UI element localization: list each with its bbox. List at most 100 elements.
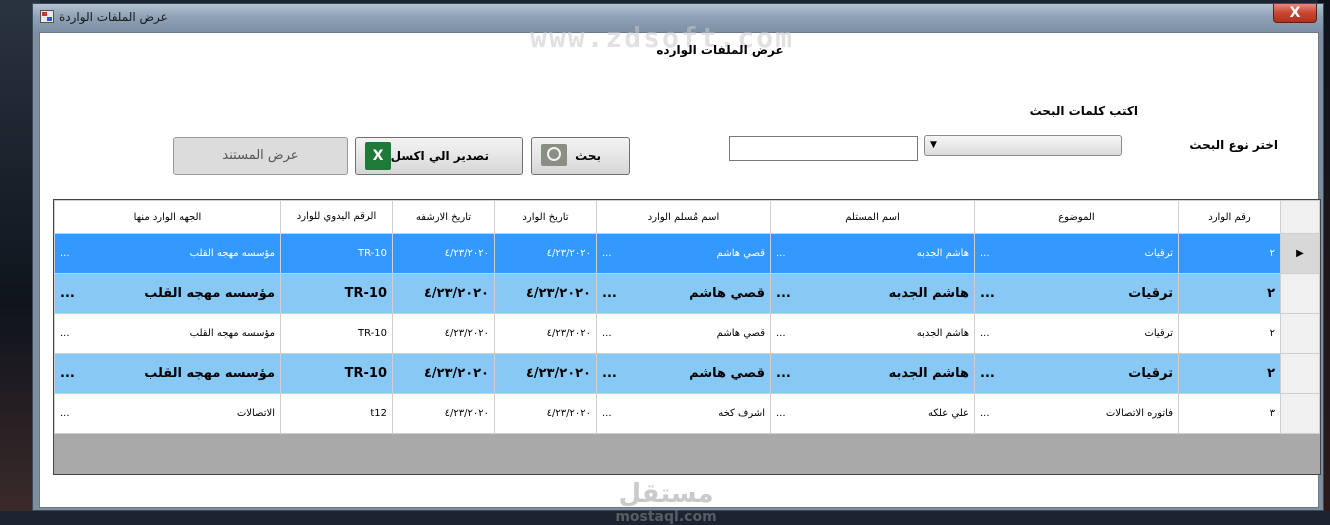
grid-cell[interactable]: مؤسسه مهجه القلب... bbox=[54, 313, 281, 354]
cell-ellipsis: ... bbox=[776, 286, 791, 301]
cell-ellipsis: ... bbox=[980, 328, 990, 339]
cell-value: قصي هاشم bbox=[716, 248, 765, 259]
grid-cell[interactable]: قصي هاشم... bbox=[596, 313, 771, 354]
grid-cell[interactable]: ٤/٢٣/٢٠٢٠ bbox=[392, 313, 495, 354]
row-selector[interactable] bbox=[1280, 313, 1320, 354]
search-button-label: بحث bbox=[575, 149, 601, 163]
grid-cell[interactable]: مؤسسه مهجه القلب... bbox=[54, 233, 281, 274]
grid-cell[interactable]: t12 bbox=[280, 393, 393, 434]
grid-cell[interactable]: ترقيات... bbox=[974, 353, 1179, 394]
grid-cell[interactable]: ٢ bbox=[1178, 353, 1281, 394]
dropdown-arrow-icon[interactable]: ▼ bbox=[930, 140, 937, 150]
grid-cell[interactable]: الاتصالات... bbox=[54, 393, 281, 434]
table-row[interactable]: ٢ ترقيات... هاشم الجدبه... قصي هاشم... ٤/٢٣/… bbox=[54, 353, 1320, 394]
cell-ellipsis: ... bbox=[602, 248, 612, 259]
window-title: عرض الملفات الواردة bbox=[59, 10, 168, 24]
cell-value: TR-10 bbox=[358, 328, 387, 339]
grid-cell[interactable]: ٤/٢٣/٢٠٢٠ bbox=[392, 393, 495, 434]
col-header-incoming-date[interactable]: تاريخ الوارد bbox=[494, 200, 597, 234]
grid-cell[interactable]: TR-10 bbox=[280, 313, 393, 354]
col-header-deliverer[interactable]: اسم مُسلم الوارد bbox=[596, 200, 771, 234]
col-header-recipient[interactable]: اسم المستلم bbox=[770, 200, 975, 234]
grid-cell[interactable]: ترقيات... bbox=[974, 273, 1179, 314]
cell-value: اشرف كخه bbox=[718, 408, 765, 419]
col-header-manual-number[interactable]: الرقم اليدوي للوارد bbox=[280, 200, 393, 234]
watermark-latin: mostaql.com bbox=[615, 509, 717, 525]
col-header-archive-date[interactable]: تاريخ الارشفه bbox=[392, 200, 495, 234]
cell-ellipsis: ... bbox=[980, 366, 995, 381]
table-row[interactable]: ▶ ٢ ترقيات... هاشم الجدبه... قصي هاشم... ٤/٢٣… bbox=[54, 233, 1320, 274]
cell-value: ٤/٢٣/٢٠٢٠ bbox=[546, 408, 591, 419]
cell-value: ٤/٢٣/٢٠٢٠ bbox=[525, 286, 591, 301]
export-button-label: تصدير الي اكسل bbox=[390, 149, 489, 163]
grid-cell[interactable]: قصي هاشم... bbox=[596, 353, 771, 394]
col-header-incoming-number[interactable]: رقم الوارد bbox=[1178, 200, 1281, 234]
table-row[interactable]: ٣ فاتوره الاتصالات... علي علكه... اشرف كخه.… bbox=[54, 393, 1320, 434]
cell-ellipsis: ... bbox=[980, 286, 995, 301]
watermark-mostaql: مستقل mostaql.com bbox=[596, 479, 736, 525]
grid-header-row: رقم الوارد الموضوع اسم المستلم اسم مُسلم… bbox=[54, 200, 1320, 234]
cell-value: فاتوره الاتصالات bbox=[1105, 408, 1173, 419]
grid-cell[interactable]: ٤/٢٣/٢٠٢٠ bbox=[494, 393, 597, 434]
grid-cell[interactable]: ٢ bbox=[1178, 233, 1281, 274]
grid-cell[interactable]: ٤/٢٣/٢٠٢٠ bbox=[392, 353, 495, 394]
grid-cell[interactable]: علي علكه... bbox=[770, 393, 975, 434]
cell-ellipsis: ... bbox=[60, 366, 75, 381]
keywords-label: اكتب كلمات البحث bbox=[1029, 104, 1138, 118]
cell-value: علي علكه bbox=[928, 408, 969, 419]
keywords-input[interactable] bbox=[729, 136, 918, 161]
cell-value: ٢ bbox=[1267, 286, 1275, 301]
grid-cell[interactable]: TR-10 bbox=[280, 353, 393, 394]
cell-value: هاشم الجدبه bbox=[888, 366, 969, 381]
cell-ellipsis: ... bbox=[980, 248, 990, 259]
cell-ellipsis: ... bbox=[776, 408, 786, 419]
col-header-subject[interactable]: الموضوع bbox=[974, 200, 1179, 234]
search-type-dropdown[interactable]: ▼ bbox=[924, 135, 1122, 156]
grid-cell[interactable]: ٤/٢٣/٢٠٢٠ bbox=[494, 353, 597, 394]
grid-cell[interactable]: هاشم الجدبه... bbox=[770, 313, 975, 354]
row-header-corner bbox=[1280, 200, 1320, 234]
grid-cell[interactable]: مؤسسه مهجه القلب... bbox=[54, 273, 281, 314]
close-button[interactable]: X bbox=[1273, 4, 1317, 23]
row-selector[interactable]: ▶ bbox=[1280, 233, 1320, 274]
row-selector[interactable] bbox=[1280, 393, 1320, 434]
table-row[interactable]: ٢ ترقيات... هاشم الجدبه... قصي هاشم... ٤/٢٣/… bbox=[54, 273, 1320, 314]
incoming-files-window: عرض الملفات الواردة X www.zdsoft.com عرض… bbox=[32, 3, 1324, 525]
grid-cell[interactable]: TR-10 bbox=[280, 273, 393, 314]
grid-cell[interactable]: قصي هاشم... bbox=[596, 273, 771, 314]
cell-value: ٤/٢٣/٢٠٢٠ bbox=[444, 248, 489, 259]
cell-value: هاشم الجدبه bbox=[916, 248, 969, 259]
search-button[interactable]: بحث bbox=[531, 137, 630, 175]
show-document-button[interactable]: عرض المستند bbox=[173, 137, 348, 175]
grid-cell[interactable]: ٤/٢٣/٢٠٢٠ bbox=[494, 313, 597, 354]
grid-cell[interactable]: TR-10 bbox=[280, 233, 393, 274]
grid-cell[interactable]: ٣ bbox=[1178, 393, 1281, 434]
cell-ellipsis: ... bbox=[602, 366, 617, 381]
grid-cell[interactable]: هاشم الجدبه... bbox=[770, 233, 975, 274]
table-row[interactable]: ٢ ترقيات... هاشم الجدبه... قصي هاشم... ٤/٢٣/… bbox=[54, 313, 1320, 354]
incoming-files-grid[interactable]: رقم الوارد الموضوع اسم المستلم اسم مُسلم… bbox=[53, 199, 1321, 475]
grid-cell[interactable]: ٤/٢٣/٢٠٢٠ bbox=[494, 233, 597, 274]
grid-cell[interactable]: هاشم الجدبه... bbox=[770, 353, 975, 394]
grid-cell[interactable]: هاشم الجدبه... bbox=[770, 273, 975, 314]
grid-cell[interactable]: ترقيات... bbox=[974, 233, 1179, 274]
grid-cell[interactable]: ٢ bbox=[1178, 313, 1281, 354]
cell-value: TR-10 bbox=[358, 248, 387, 259]
grid-cell[interactable]: مؤسسه مهجه القلب... bbox=[54, 353, 281, 394]
grid-cell[interactable]: قصي هاشم... bbox=[596, 233, 771, 274]
app-icon bbox=[40, 10, 54, 23]
grid-cell[interactable]: فاتوره الاتصالات... bbox=[974, 393, 1179, 434]
grid-cell[interactable]: اشرف كخه... bbox=[596, 393, 771, 434]
grid-cell[interactable]: ٤/٢٣/٢٠٢٠ bbox=[494, 273, 597, 314]
export-excel-button[interactable]: X تصدير الي اكسل bbox=[355, 137, 523, 175]
cell-value: ٤/٢٣/٢٠٢٠ bbox=[423, 366, 489, 381]
row-selector[interactable] bbox=[1280, 353, 1320, 394]
col-header-source[interactable]: الجهه الوارد منها bbox=[54, 200, 281, 234]
grid-cell[interactable]: ٢ bbox=[1178, 273, 1281, 314]
row-selector[interactable] bbox=[1280, 273, 1320, 314]
cell-value: مؤسسه مهجه القلب bbox=[189, 328, 275, 339]
grid-cell[interactable]: ترقيات... bbox=[974, 313, 1179, 354]
grid-cell[interactable]: ٤/٢٣/٢٠٢٠ bbox=[392, 233, 495, 274]
grid-cell[interactable]: ٤/٢٣/٢٠٢٠ bbox=[392, 273, 495, 314]
cell-value: ٢ bbox=[1269, 328, 1275, 339]
